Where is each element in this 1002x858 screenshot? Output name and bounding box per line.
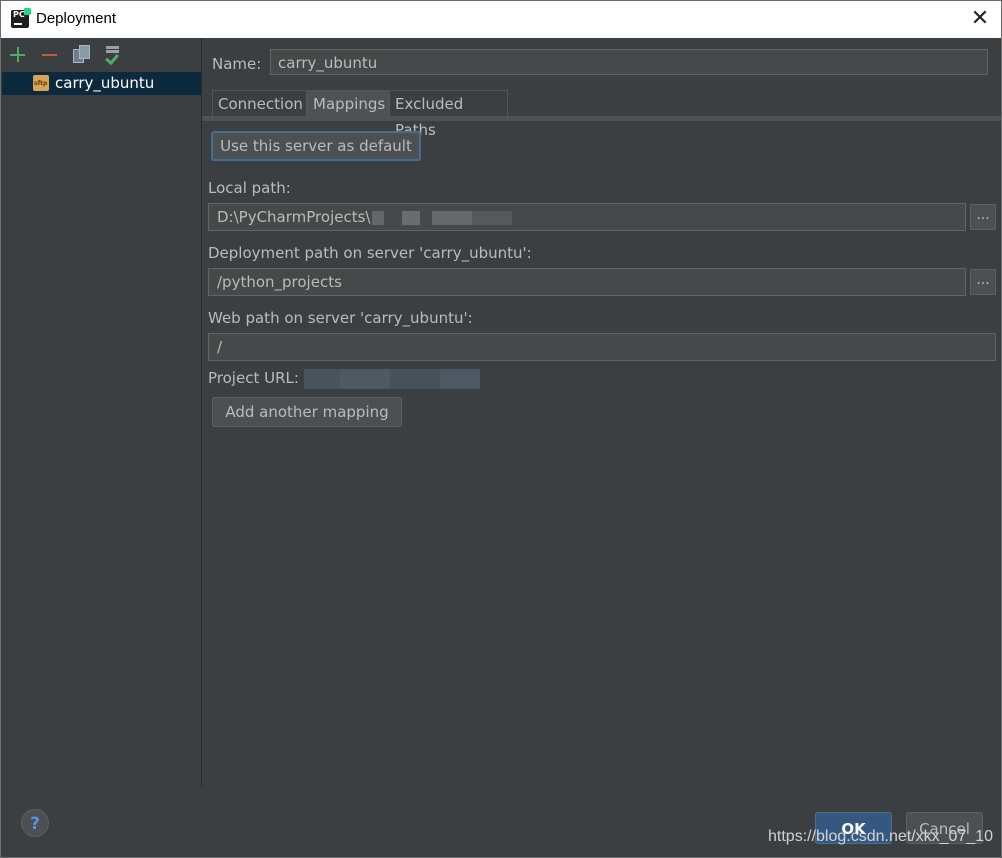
add-icon[interactable] <box>7 44 29 66</box>
name-input[interactable]: carry_ubuntu <box>270 49 988 75</box>
add-mapping-button[interactable]: Add another mapping <box>212 397 402 427</box>
server-item-label: carry_ubuntu <box>55 74 155 92</box>
web-path-input[interactable]: / <box>208 333 996 361</box>
deployment-path-input[interactable]: /python_projects <box>208 268 966 296</box>
title-bar: PC Deployment ✕ <box>1 1 1001 38</box>
web-path-label: Web path on server 'carry_ubuntu': <box>208 309 473 327</box>
help-icon[interactable]: ? <box>21 809 49 837</box>
copy-icon[interactable] <box>71 44 93 66</box>
redacted-region <box>372 210 513 225</box>
set-default-icon[interactable] <box>103 44 125 66</box>
project-url-label: Project URL: <box>208 369 299 387</box>
tab-separator <box>202 116 1001 121</box>
remove-icon[interactable] <box>39 44 61 66</box>
server-item-carry-ubuntu[interactable]: sftp carry_ubuntu <box>2 72 201 95</box>
tab-excluded-paths[interactable]: Excluded Paths <box>389 90 508 139</box>
close-icon[interactable]: ✕ <box>965 5 995 33</box>
window-title: Deployment <box>36 10 117 27</box>
pycharm-icon: PC <box>11 8 31 28</box>
sftp-icon: sftp <box>33 75 49 91</box>
server-settings-panel: Name: carry_ubuntu Connection Mappings E… <box>202 38 1001 787</box>
tab-mappings[interactable]: Mappings <box>307 90 389 116</box>
deployment-path-label: Deployment path on server 'carry_ubuntu'… <box>208 244 532 262</box>
redacted-project-url <box>300 369 480 389</box>
local-path-input[interactable]: D:\PyCharmProjects\ <box>208 203 966 231</box>
tab-connection[interactable]: Connection <box>212 90 307 116</box>
local-path-label: Local path: <box>208 179 291 197</box>
server-list-panel: sftp carry_ubuntu <box>1 38 202 787</box>
watermark: https://blog.csdn.net/xkx_07_10 <box>768 828 994 845</box>
deployment-dialog: PC Deployment ✕ sftp carry_ubuntu Name: … <box>0 0 1002 858</box>
use-as-default-button[interactable]: Use this server as default <box>211 131 421 161</box>
dialog-footer: ? OK Cancel <box>1 787 1001 857</box>
deployment-path-browse-button[interactable]: ... <box>970 269 996 295</box>
local-path-browse-button[interactable]: ... <box>970 204 996 230</box>
name-label: Name: <box>212 55 262 73</box>
